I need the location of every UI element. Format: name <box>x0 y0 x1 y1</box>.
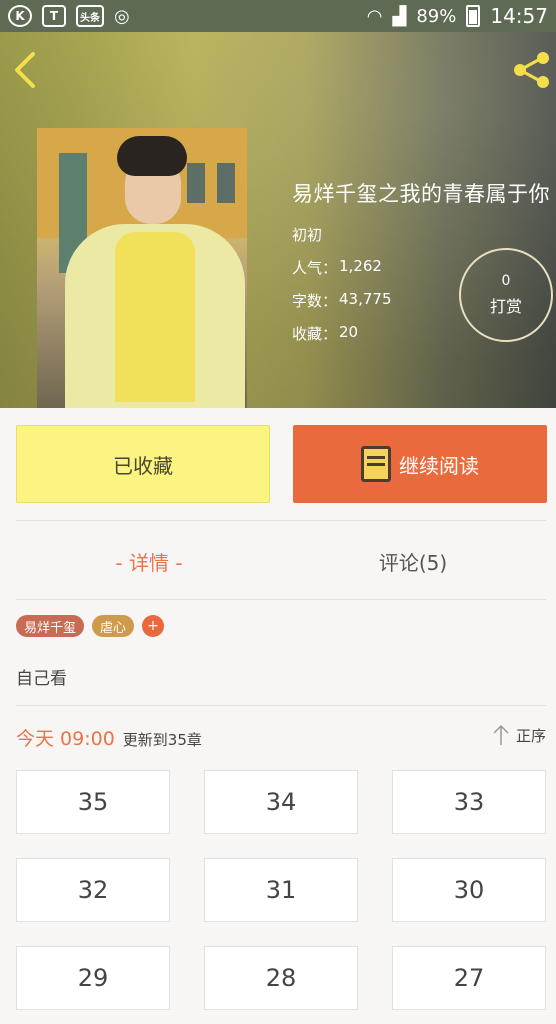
tip-label: 打赏 <box>489 297 522 316</box>
battery-percent: 89% <box>416 5 457 27</box>
battery-icon <box>466 5 481 27</box>
toutiao-icon: 头条 <box>76 5 104 27</box>
k-circle-icon: K <box>8 5 32 27</box>
chapter-item[interactable]: 32 <box>16 858 170 922</box>
book-header: 易烊千玺之我的青春属于你 初初 人气： 1,262 字数： 43,775 收藏：… <box>0 32 556 408</box>
share-icon <box>514 52 549 88</box>
chapter-item[interactable]: 35 <box>16 770 170 834</box>
book-cover-image[interactable] <box>37 128 247 408</box>
signal-icon: ▟ <box>392 5 407 27</box>
update-time: 今天 09:00 <box>16 728 115 750</box>
chevron-left-icon <box>15 52 35 88</box>
divider <box>16 705 546 706</box>
book-description: 自己看 <box>16 669 67 689</box>
continue-reading-label: 继续阅读 <box>399 453 479 478</box>
arrow-up-icon <box>493 724 509 745</box>
back-button[interactable] <box>6 50 42 90</box>
tag-item[interactable]: 易烊千玺 <box>16 615 85 637</box>
word-count-value: 43,775 <box>339 290 392 308</box>
status-bar: K T 头条 ◎ ◠ ▟ 89% 14:57 <box>0 0 556 32</box>
tab-comments[interactable]: 评论(5) <box>320 546 506 576</box>
screen: K T 头条 ◎ ◠ ▟ 89% 14:57 易烊千玺之我的青春属于你 初初 人… <box>0 0 556 1024</box>
chapter-item[interactable]: 34 <box>204 770 358 834</box>
tag-item[interactable]: 虐心 <box>92 615 135 637</box>
favorited-button[interactable]: 已收藏 <box>16 425 270 503</box>
chapter-item[interactable]: 31 <box>204 858 358 922</box>
sort-order-label: 正序 <box>515 726 546 745</box>
favorites-value: 20 <box>339 323 359 341</box>
tab-details[interactable]: - 详情 - <box>56 546 242 576</box>
tag-list: 易烊千玺 虐心 + <box>16 615 165 637</box>
tip-count: 0 <box>501 273 511 289</box>
book-icon <box>361 446 391 482</box>
wifi-icon: ◠ <box>366 5 383 27</box>
tip-button[interactable]: 0 打赏 <box>459 248 553 342</box>
add-tag-button[interactable]: + <box>142 615 165 637</box>
book-author[interactable]: 初初 <box>292 224 556 245</box>
chapter-item[interactable]: 28 <box>204 946 358 1010</box>
update-info: 今天 09:00 更新到35章 <box>16 724 202 751</box>
chapter-grid: 35 34 33 32 31 30 29 28 27 <box>16 770 546 1010</box>
update-text: 更新到35章 <box>122 731 202 749</box>
sort-order-button[interactable]: 正序 <box>492 724 546 746</box>
chapter-item[interactable]: 33 <box>392 770 546 834</box>
book-title: 易烊千玺之我的青春属于你 <box>292 182 550 206</box>
weibo-icon: ◎ <box>114 5 130 27</box>
divider <box>16 599 546 600</box>
continue-reading-button[interactable]: 继续阅读 <box>293 425 547 503</box>
chapter-item[interactable]: 29 <box>16 946 170 1010</box>
clock: 14:57 <box>490 4 548 28</box>
chapter-item[interactable]: 27 <box>392 946 546 1010</box>
shield-icon: T <box>42 5 66 27</box>
popularity-value: 1,262 <box>339 257 382 275</box>
share-button[interactable] <box>510 48 554 92</box>
chapter-item[interactable]: 30 <box>392 858 546 922</box>
divider <box>16 520 546 521</box>
